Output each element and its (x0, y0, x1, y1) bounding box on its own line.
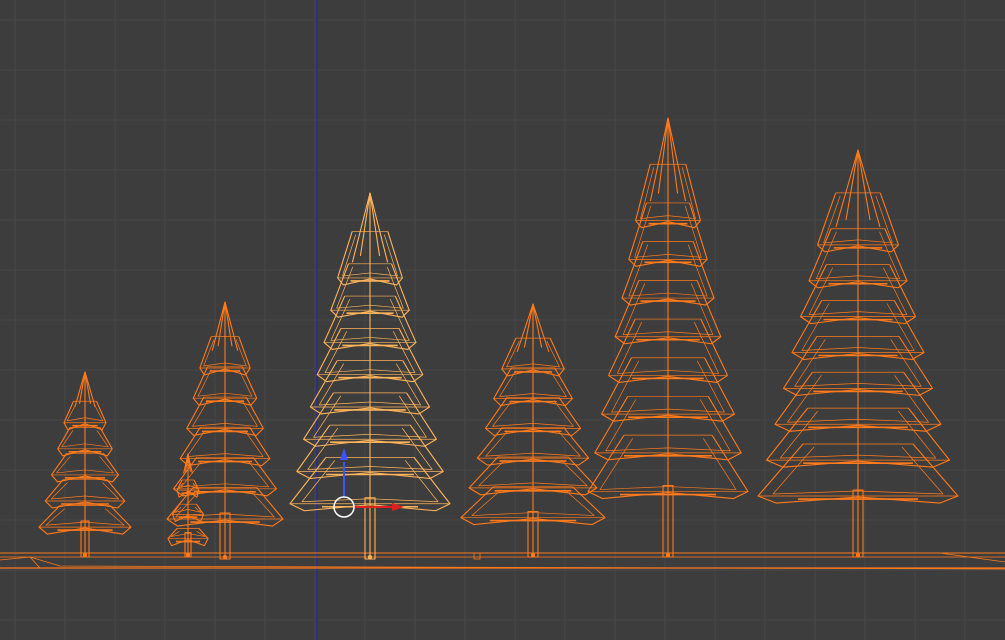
pine-tree-1[interactable] (38, 371, 132, 558)
pine-tree-5[interactable] (757, 149, 959, 558)
pine-tree-active[interactable] (289, 192, 451, 560)
viewport-canvas[interactable] (0, 0, 1005, 640)
pine-tree-4[interactable] (587, 117, 749, 558)
ground-plane[interactable] (0, 552, 1005, 570)
gizmo-z-arrow-icon[interactable] (340, 448, 348, 460)
gizmo-x-arrow-icon[interactable] (392, 503, 404, 511)
tree-collection (38, 117, 959, 560)
pine-tree-3[interactable] (460, 303, 606, 558)
3d-viewport[interactable] (0, 0, 1005, 640)
